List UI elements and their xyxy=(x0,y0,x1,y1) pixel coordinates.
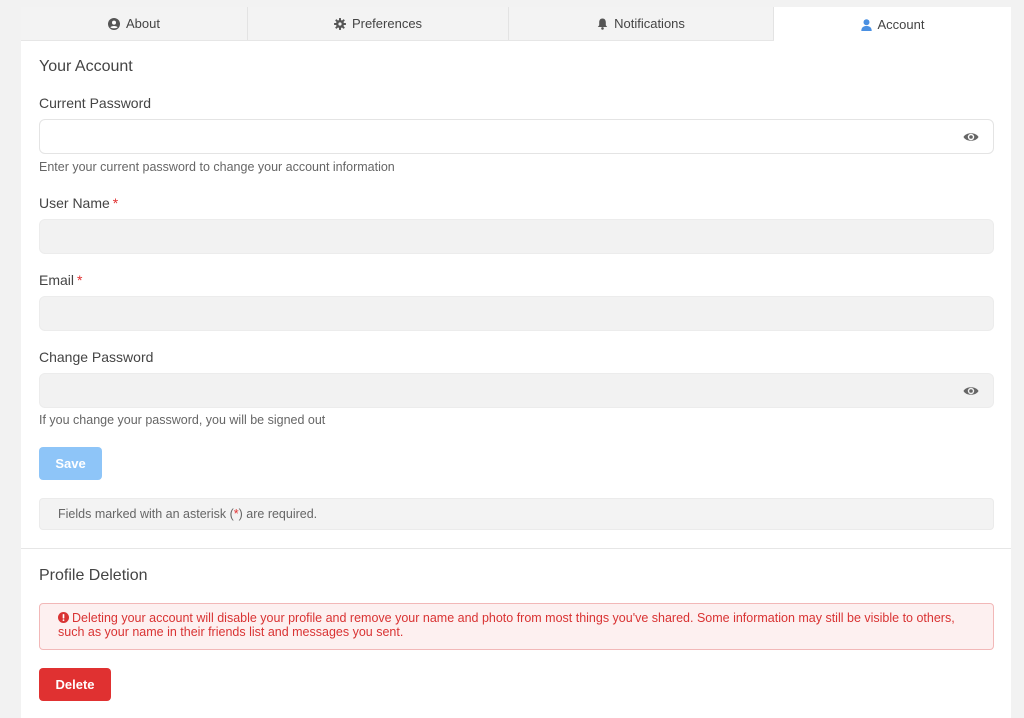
tab-about-label: About xyxy=(126,16,160,31)
current-password-input[interactable] xyxy=(40,120,993,153)
gear-icon xyxy=(333,17,346,30)
current-password-label: Current Password xyxy=(39,95,152,111)
current-password-field[interactable] xyxy=(39,119,994,154)
eye-icon[interactable] xyxy=(963,130,979,144)
required-fields-note: Fields marked with an asterisk (*) are r… xyxy=(39,498,994,530)
deletion-warning-alert: Deleting your account will disable your … xyxy=(39,603,994,650)
tab-bar: About Preferences Notifications Account xyxy=(21,7,1011,42)
tab-account[interactable]: Account xyxy=(774,7,1011,42)
deletion-section-title: Profile Deletion xyxy=(39,567,148,584)
email-label-text: Email xyxy=(39,272,75,288)
note-suffix: ) are required. xyxy=(238,507,318,521)
account-section-title: Your Account xyxy=(39,58,133,75)
settings-panel: About Preferences Notifications Account … xyxy=(21,7,1011,718)
user-circle-icon xyxy=(108,17,120,30)
user-icon xyxy=(860,18,872,31)
section-divider xyxy=(21,548,1011,549)
exclamation-circle-icon xyxy=(58,612,69,623)
eye-icon[interactable] xyxy=(963,384,979,398)
change-password-field[interactable] xyxy=(39,373,994,408)
tab-notifications[interactable]: Notifications xyxy=(509,7,774,40)
delete-button[interactable]: Delete xyxy=(39,668,111,701)
change-password-label: Change Password xyxy=(39,349,154,365)
note-prefix: Fields marked with an asterisk ( xyxy=(58,507,234,521)
current-password-help: Enter your current password to change yo… xyxy=(39,160,395,174)
change-password-input[interactable] xyxy=(40,374,993,407)
username-field[interactable] xyxy=(39,219,994,254)
tab-about[interactable]: About xyxy=(21,7,248,40)
email-label: Email * xyxy=(39,272,82,288)
tab-account-label: Account xyxy=(877,17,925,32)
tab-preferences[interactable]: Preferences xyxy=(248,7,509,40)
required-asterisk: * xyxy=(112,195,119,211)
tab-preferences-label: Preferences xyxy=(351,16,423,31)
save-button[interactable]: Save xyxy=(39,447,102,480)
username-label-text: User Name xyxy=(39,195,110,211)
email-input[interactable] xyxy=(40,297,993,330)
bell-icon xyxy=(597,18,608,30)
username-input[interactable] xyxy=(40,220,993,253)
tab-notifications-label: Notifications xyxy=(614,16,685,31)
change-password-help: If you change your password, you will be… xyxy=(39,413,326,427)
username-label: User Name * xyxy=(39,195,118,211)
required-asterisk: * xyxy=(77,272,83,288)
email-field[interactable] xyxy=(39,296,994,331)
deletion-warning-text: Deleting your account will disable your … xyxy=(58,611,955,639)
